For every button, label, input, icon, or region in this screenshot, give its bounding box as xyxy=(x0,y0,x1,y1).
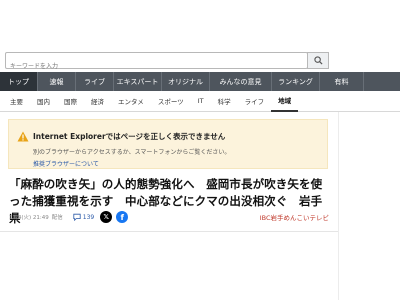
article-meta: 11/4(火) 21:49 配信 139 𝕏 f IBC岩手めんこいテレビ xyxy=(9,211,329,223)
browser-notice: Internet Explorerではページを正しく表示できません 別のブラウザ… xyxy=(8,119,328,169)
category-economy[interactable]: 経済 xyxy=(84,91,111,112)
category-entertainment[interactable]: エンタメ xyxy=(111,91,151,112)
x-share-icon[interactable]: 𝕏 xyxy=(100,211,113,223)
recommended-browser-link[interactable]: 推奨ブラウザーについて xyxy=(33,159,99,168)
category-international[interactable]: 国際 xyxy=(57,91,84,112)
article-source[interactable]: IBC岩手めんこいテレビ xyxy=(260,212,329,222)
nav-top[interactable]: トップ xyxy=(0,72,38,91)
article-delivery-label: 配信 xyxy=(51,215,63,221)
main-navigation: トップ 速報 ライブ エキスパート オリジナル みんなの意見 ランキング 有料 xyxy=(0,72,400,91)
search-icon xyxy=(313,56,323,65)
nav-paid[interactable]: 有料 xyxy=(320,72,364,91)
search-bar xyxy=(0,50,400,74)
category-science[interactable]: 科学 xyxy=(211,91,238,112)
category-navigation: 主要 国内 国際 経済 エンタメ スポーツ IT 科学 ライフ 地域 xyxy=(0,91,400,112)
nav-live[interactable]: ライブ xyxy=(76,72,114,91)
nav-opinions[interactable]: みんなの意見 xyxy=(210,72,272,91)
article-date: 11/4(火) 21:49 xyxy=(9,215,49,221)
category-local[interactable]: 地域 xyxy=(271,91,299,112)
warning-icon xyxy=(17,131,29,142)
comment-count[interactable]: 139 xyxy=(83,214,94,221)
page-top-blank xyxy=(0,0,400,46)
category-life[interactable]: ライフ xyxy=(238,91,272,112)
notice-text: 別のブラウザーからアクセスするか、スマートフォンからご覧ください。 xyxy=(33,149,231,156)
comment-icon[interactable] xyxy=(73,213,82,222)
search-button[interactable] xyxy=(307,52,329,69)
search-input-wrapper[interactable] xyxy=(5,52,308,74)
nav-breaking[interactable]: 速報 xyxy=(38,72,76,91)
facebook-share-icon[interactable]: f xyxy=(116,211,129,223)
notice-title: Internet Explorerではページを正しく表示できません xyxy=(33,132,226,141)
nav-ranking[interactable]: ランキング xyxy=(272,72,320,91)
category-main[interactable]: 主要 xyxy=(8,91,30,112)
nav-expert[interactable]: エキスパート xyxy=(114,72,162,91)
category-sports[interactable]: スポーツ xyxy=(151,91,191,112)
category-domestic[interactable]: 国内 xyxy=(30,91,57,112)
section-divider xyxy=(0,231,338,232)
category-it[interactable]: IT xyxy=(191,91,211,112)
nav-original[interactable]: オリジナル xyxy=(162,72,210,91)
right-sidebar xyxy=(338,112,400,300)
article-column: Internet Explorerではページを正しく表示できません 別のブラウザ… xyxy=(0,112,338,300)
